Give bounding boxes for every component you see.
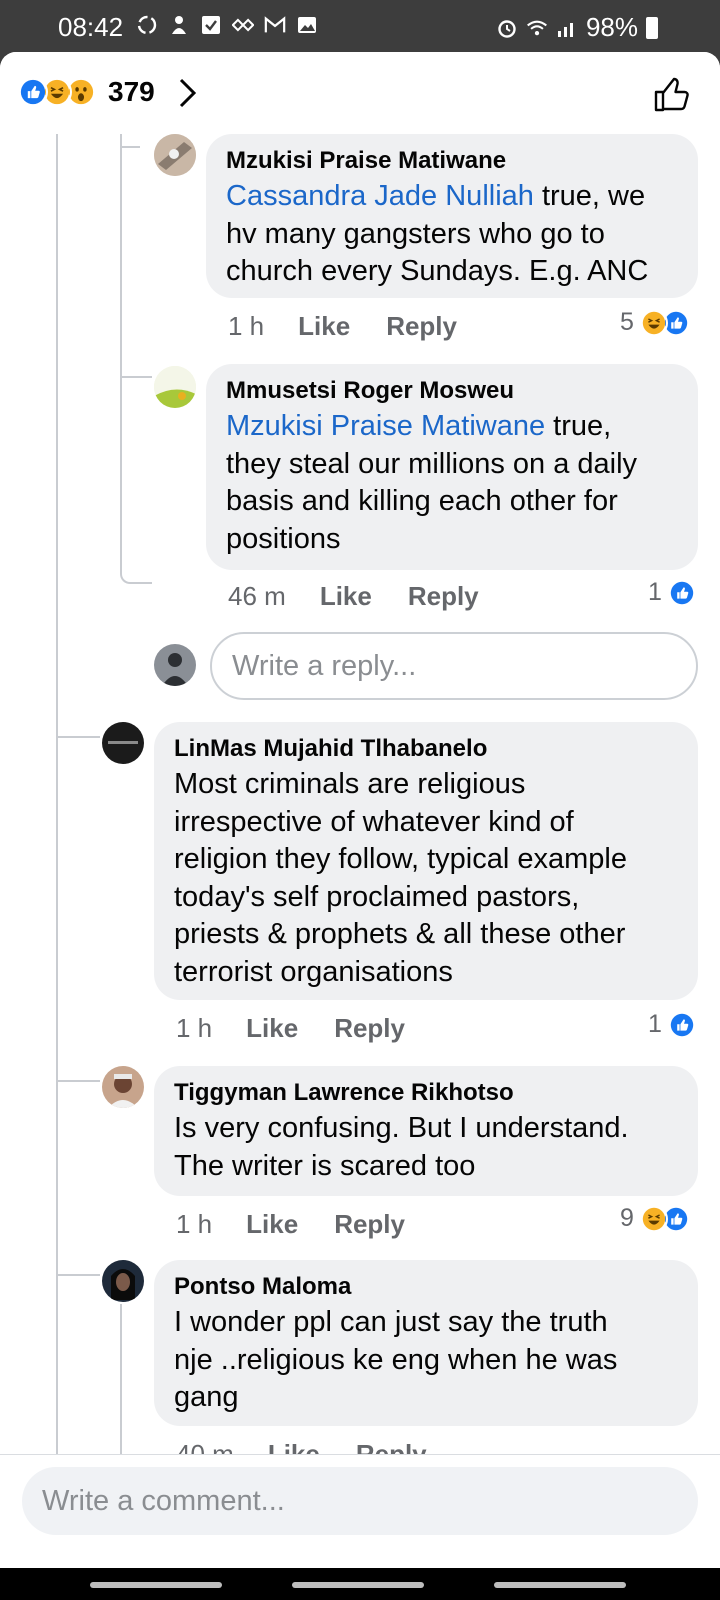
like-button[interactable]: Like <box>246 1013 298 1044</box>
haha-reaction-icon <box>639 308 668 337</box>
thread-line-last <box>120 1304 122 1464</box>
gallery-icon <box>298 17 316 33</box>
battery-icon <box>646 16 658 39</box>
reply-button[interactable]: Reply <box>408 581 479 612</box>
like-reaction-icon <box>667 1010 696 1039</box>
comment-time: 46 m <box>228 580 286 611</box>
comment-reactions[interactable]: 5 <box>620 308 690 337</box>
avatar[interactable] <box>154 366 196 408</box>
notification-icons <box>136 14 318 36</box>
comment-input[interactable]: Write a comment... <box>22 1467 698 1535</box>
comment-placeholder: Write a comment... <box>42 1484 285 1517</box>
nav-home-handle[interactable] <box>292 1582 424 1588</box>
comment-actions: 1 h Like Reply <box>228 304 457 348</box>
reply-button[interactable]: Reply <box>386 311 457 342</box>
nearby-icon <box>232 18 254 32</box>
reply-input[interactable]: Write a reply... <box>210 632 698 700</box>
comment-bubble: Mmusetsi Roger Mosweu Mzukisi Praise Mat… <box>206 364 698 570</box>
comment-text: Most criminals are religious irrespective… <box>174 768 627 988</box>
avatar[interactable] <box>102 1260 144 1302</box>
comment-reactions[interactable]: 1 <box>648 578 696 607</box>
upload-icon <box>172 16 186 34</box>
comment-actions: 1 h Like Reply <box>176 1202 405 1246</box>
sync-icon <box>137 15 157 35</box>
wifi-icon <box>527 20 547 35</box>
battery-percent: 98% <box>585 12 638 42</box>
comment-time: 1 h <box>176 1208 213 1239</box>
comment-reaction-count: 1 <box>648 1010 662 1038</box>
commenter-name[interactable]: Mmusetsi Roger Mosweu <box>226 374 678 408</box>
comment-text: I wonder ppl can just say the truth nje .… <box>174 1306 618 1413</box>
comment-reactions[interactable]: 9 <box>620 1204 690 1233</box>
signal-icon <box>557 22 573 37</box>
commenter-name[interactable]: Tiggyman Lawrence Rikhotso <box>174 1076 678 1110</box>
mention-link[interactable]: Cassandra Jade Nulliah <box>226 180 534 212</box>
comment-text: Cassandra Jade Nulliah true, we hv many g… <box>226 180 649 287</box>
my-avatar <box>154 644 196 686</box>
thread-connector-1 <box>120 134 140 148</box>
like-thumb-icon[interactable] <box>652 74 692 114</box>
thread-line-replies <box>120 134 152 584</box>
comment-composer: Write a comment... <box>0 1454 720 1568</box>
system-nav-bar <box>0 1568 720 1600</box>
alarm-icon <box>498 19 516 38</box>
thread-connector-2 <box>120 364 152 378</box>
thread-connector-5 <box>56 1262 100 1276</box>
like-button[interactable]: Like <box>320 581 372 612</box>
gmail-icon <box>264 16 286 33</box>
comment-bubble: Pontso Maloma I wonder ppl can just say … <box>154 1260 698 1426</box>
commenter-name[interactable]: Pontso Maloma <box>174 1270 678 1304</box>
comment-actions: 1 h Like Reply <box>176 1006 405 1050</box>
comment-bubble: Tiggyman Lawrence Rikhotso Is very confu… <box>154 1066 698 1196</box>
comment-bubble: Mzukisi Praise Matiwane Cassandra Jade N… <box>206 134 698 298</box>
comment-text: Mzukisi Praise Matiwane true, they steal … <box>226 410 638 555</box>
comment-actions: 46 m Like Reply <box>228 574 479 618</box>
reply-button[interactable]: Reply <box>334 1209 405 1240</box>
commenter-name[interactable]: Mzukisi Praise Matiwane <box>226 144 678 178</box>
comment-time: 1 h <box>176 1012 213 1043</box>
comments-sheet: 379 Mzukisi Praise Matiwane Cassandra Ja… <box>0 52 720 1568</box>
like-reaction-icon <box>18 77 48 107</box>
comment-reaction-count: 5 <box>620 308 634 336</box>
comment-reactions[interactable]: 1 <box>648 1010 696 1039</box>
commenter-name[interactable]: LinMas Mujahid Tlhabanelo <box>174 732 678 766</box>
comment-time: 1 h <box>228 310 265 341</box>
avatar[interactable] <box>102 722 144 764</box>
avatar[interactable] <box>102 1066 144 1108</box>
thread-connector-4 <box>56 1068 100 1082</box>
thread-line-main <box>56 134 58 1454</box>
comment-thread: Mzukisi Praise Matiwane Cassandra Jade N… <box>0 134 720 1534</box>
like-reaction-icon <box>667 578 696 607</box>
reply-placeholder: Write a reply... <box>232 649 417 682</box>
chevron-right-icon[interactable] <box>178 78 198 108</box>
like-button[interactable]: Like <box>298 311 350 342</box>
status-time: 08:42 <box>58 12 124 42</box>
haha-reaction-icon <box>639 1204 668 1233</box>
system-status: 98% <box>496 12 658 43</box>
reply-button[interactable]: Reply <box>334 1013 405 1044</box>
reactions-summary[interactable]: 379 <box>18 76 155 108</box>
avatar[interactable] <box>154 134 196 176</box>
thread-connector-3 <box>56 724 100 738</box>
reaction-count: 379 <box>108 76 155 107</box>
comment-bubble: LinMas Mujahid Tlhabanelo Most criminals… <box>154 722 698 1000</box>
like-button[interactable]: Like <box>246 1209 298 1240</box>
reactions-header: 379 <box>0 52 720 134</box>
nav-recents-handle[interactable] <box>90 1582 222 1588</box>
status-bar: 08:42 98% <box>0 0 720 52</box>
mention-link[interactable]: Mzukisi Praise Matiwane <box>226 410 545 442</box>
comment-reaction-count: 9 <box>620 1204 634 1232</box>
comment-reaction-count: 1 <box>648 578 662 606</box>
checkbox-icon <box>202 16 220 34</box>
nav-back-handle[interactable] <box>494 1582 626 1588</box>
comment-text: Is very confusing. But I understand. The … <box>174 1112 629 1182</box>
